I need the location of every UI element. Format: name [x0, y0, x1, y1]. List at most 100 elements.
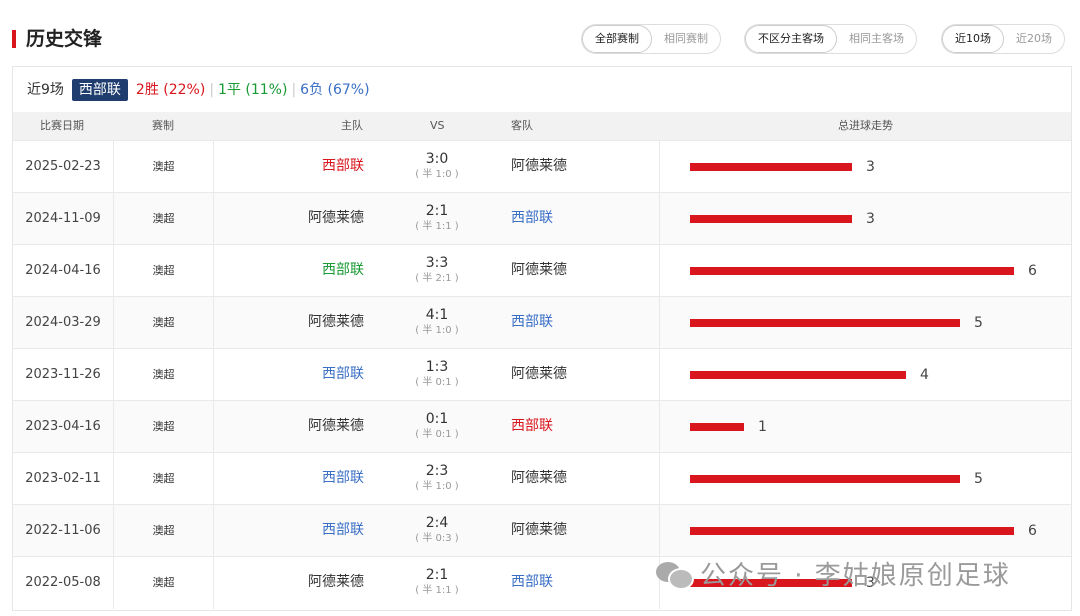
- competition-name: 澳超: [114, 297, 214, 349]
- venue-filter: 不区分主客场 相同主客场: [744, 24, 917, 54]
- filter-any-venue[interactable]: 不区分主客场: [745, 25, 837, 53]
- half-time-score: ( 半 1:0 ): [415, 325, 459, 336]
- competition-name: 澳超: [114, 245, 214, 297]
- table-row[interactable]: 2024-04-16 澳超 西部联 3:3 ( 半 2:1 ) 阿德莱德 6: [13, 244, 1071, 297]
- home-team[interactable]: 阿德莱德: [214, 193, 364, 245]
- table-row[interactable]: 2022-11-06 澳超 西部联 2:4 ( 半 0:3 ) 阿德莱德 6: [13, 504, 1071, 557]
- watermark: 公众号 · 李姑娘原创足球: [656, 556, 1011, 591]
- half-time-score: ( 半 1:0 ): [415, 169, 459, 180]
- half-time-score: ( 半 0:3 ): [415, 533, 459, 544]
- score-cell: 1:3 ( 半 0:1 ): [377, 349, 497, 401]
- wechat-icon: [656, 558, 694, 590]
- col-away: 客队: [511, 119, 533, 132]
- filter-all-competitions[interactable]: 全部赛制: [582, 25, 652, 53]
- goal-trend-bar: [690, 371, 906, 379]
- goal-trend-cell: 4: [659, 349, 1071, 401]
- away-team[interactable]: 阿德莱德: [511, 141, 651, 193]
- goal-trend-bar: [690, 527, 1014, 535]
- away-team[interactable]: 阿德莱德: [511, 505, 651, 557]
- table-row[interactable]: 2024-03-29 澳超 阿德莱德 4:1 ( 半 1:0 ) 西部联 5: [13, 296, 1071, 349]
- goal-trend-bar: [690, 319, 960, 327]
- home-team[interactable]: 西部联: [214, 505, 364, 557]
- home-team[interactable]: 阿德莱德: [214, 297, 364, 349]
- count-filter: 近10场 近20场: [941, 24, 1065, 54]
- score-cell: 2:4 ( 半 0:3 ): [377, 505, 497, 557]
- section-header: 历史交锋 全部赛制 相同赛制 不区分主客场 相同主客场 近10场 近20场: [0, 0, 1080, 66]
- full-time-score: 4:1: [425, 307, 449, 323]
- competition-name: 澳超: [114, 453, 214, 505]
- full-time-score: 2:4: [425, 515, 449, 531]
- total-goals-value: 3: [866, 159, 875, 175]
- competition-name: 澳超: [114, 557, 214, 609]
- full-time-score: 3:3: [425, 255, 449, 271]
- table-row[interactable]: 2023-04-16 澳超 阿德莱德 0:1 ( 半 0:1 ) 西部联 1: [13, 400, 1071, 453]
- score-cell: 2:3 ( 半 1:0 ): [377, 453, 497, 505]
- divider: |: [291, 82, 297, 98]
- goal-trend-cell: 5: [659, 453, 1071, 505]
- score-cell: 3:3 ( 半 2:1 ): [377, 245, 497, 297]
- away-team[interactable]: 阿德莱德: [511, 453, 651, 505]
- half-time-score: ( 半 1:0 ): [415, 481, 459, 492]
- match-date: 2022-11-06: [13, 505, 114, 557]
- col-date: 比赛日期: [40, 119, 84, 132]
- col-competition: 赛制: [152, 119, 174, 132]
- match-date: 2024-04-16: [13, 245, 114, 297]
- h2h-panel: 近9场 西部联 2胜 (22%) | 1平 (11%) | 6负 (67%) 比赛日期 赛制…: [12, 66, 1072, 611]
- filter-last-10[interactable]: 近10场: [942, 25, 1004, 53]
- match-date: 2023-04-16: [13, 401, 114, 453]
- competition-name: 澳超: [114, 349, 214, 401]
- home-team[interactable]: 西部联: [214, 141, 364, 193]
- score-cell: 4:1 ( 半 1:0 ): [377, 297, 497, 349]
- match-date: 2024-11-09: [13, 193, 114, 245]
- match-date: 2025-02-23: [13, 141, 114, 193]
- draws-stat: 1平 (11%): [218, 82, 288, 98]
- total-goals-value: 6: [1028, 263, 1037, 279]
- match-date: 2023-11-26: [13, 349, 114, 401]
- away-team[interactable]: 西部联: [511, 557, 651, 609]
- filter-same-competition[interactable]: 相同赛制: [652, 25, 720, 53]
- home-team[interactable]: 西部联: [214, 245, 364, 297]
- watermark-text: 公众号 · 李姑娘原创足球: [700, 560, 1011, 591]
- goal-trend-cell: 6: [659, 245, 1071, 297]
- filter-same-venue[interactable]: 相同主客场: [837, 25, 916, 53]
- competition-name: 澳超: [114, 505, 214, 557]
- away-team[interactable]: 阿德莱德: [511, 349, 651, 401]
- half-time-score: ( 半 1:1 ): [415, 221, 459, 232]
- filter-last-20[interactable]: 近20场: [1004, 25, 1064, 53]
- competition-name: 澳超: [114, 401, 214, 453]
- total-goals-value: 4: [920, 367, 929, 383]
- half-time-score: ( 半 0:1 ): [415, 429, 459, 440]
- half-time-score: ( 半 1:1 ): [415, 585, 459, 596]
- col-home: 主队: [341, 119, 363, 132]
- table-row[interactable]: 2023-02-11 澳超 西部联 2:3 ( 半 1:0 ) 阿德莱德 5: [13, 452, 1071, 505]
- home-team[interactable]: 西部联: [214, 349, 364, 401]
- full-time-score: 2:1: [425, 567, 449, 583]
- goal-trend-cell: 5: [659, 297, 1071, 349]
- goal-trend-cell: 3: [659, 141, 1071, 193]
- home-team[interactable]: 西部联: [214, 453, 364, 505]
- away-team[interactable]: 西部联: [511, 401, 651, 453]
- home-team[interactable]: 阿德莱德: [214, 401, 364, 453]
- total-goals-value: 5: [974, 471, 983, 487]
- table-row[interactable]: 2025-02-23 澳超 西部联 3:0 ( 半 1:0 ) 阿德莱德 3: [13, 140, 1071, 193]
- table-row[interactable]: 2024-11-09 澳超 阿德莱德 2:1 ( 半 1:1 ) 西部联 3: [13, 192, 1071, 245]
- recent-count-label: 近9场: [27, 82, 64, 98]
- home-team[interactable]: 阿德莱德: [214, 557, 364, 609]
- team-badge: 西部联: [71, 79, 128, 101]
- full-time-score: 1:3: [425, 359, 449, 375]
- away-team[interactable]: 西部联: [511, 297, 651, 349]
- score-cell: 0:1 ( 半 0:1 ): [377, 401, 497, 453]
- goal-trend-bar: [690, 267, 1014, 275]
- goal-trend-cell: 1: [659, 401, 1071, 453]
- record-summary: 近9场 西部联 2胜 (22%) | 1平 (11%) | 6负 (67%): [27, 79, 370, 101]
- total-goals-value: 5: [974, 315, 983, 331]
- table-row[interactable]: 2023-11-26 澳超 西部联 1:3 ( 半 0:1 ) 阿德莱德 4: [13, 348, 1071, 401]
- match-date: 2022-05-08: [13, 557, 114, 609]
- away-team[interactable]: 阿德莱德: [511, 245, 651, 297]
- section-title: 历史交锋: [26, 28, 103, 50]
- half-time-score: ( 半 0:1 ): [415, 377, 459, 388]
- wins-stat: 2胜 (22%): [135, 82, 206, 98]
- away-team[interactable]: 西部联: [511, 193, 651, 245]
- match-date: 2023-02-11: [13, 453, 114, 505]
- goal-trend-cell: 3: [659, 193, 1071, 245]
